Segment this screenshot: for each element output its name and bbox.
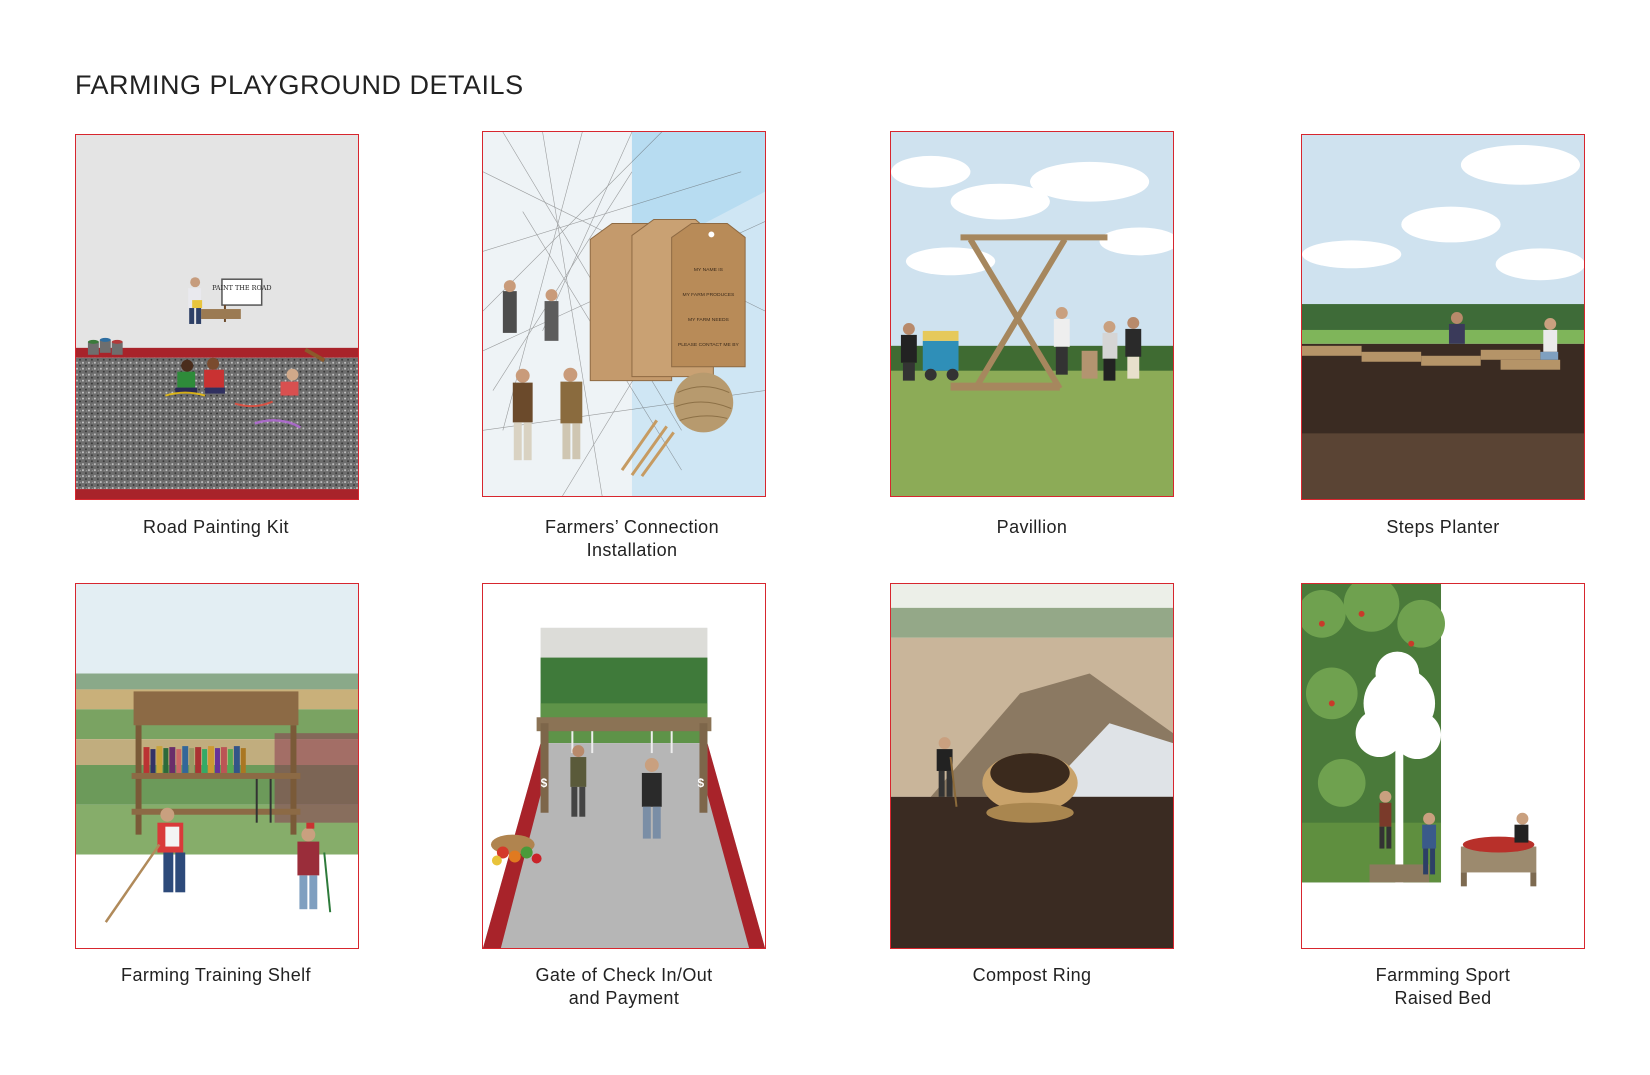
panel-road-painting-kit: PAINT THE ROAD [75,134,359,500]
steps-planter-illustration [1302,135,1584,499]
tag-line-produces: MY FARM PRODUCES [682,292,735,298]
gate-illustration: $ $ [483,584,765,948]
caption-farmers-connection: Farmers’ Connection Installation [545,517,719,560]
panel-farmers-connection: MY NAME IS MY FARM PRODUCES MY FARM NEED… [482,131,766,497]
tag-line-contact: PLEASE CONTACT ME BY [678,342,740,348]
panel-compost-ring [890,583,1174,949]
caption-raised-bed: Farmming Sport Raised Bed [1375,965,1511,1008]
caption-training-shelf: Farming Training Shelf [121,965,311,985]
panel-raised-bed [1301,583,1585,949]
caption-pavillion: Pavillion [996,517,1068,537]
compost-ring [982,753,1078,823]
panel-gate-check-in: $ $ [482,583,766,949]
gate-sign-right: $ [697,776,704,790]
training-shelf-illustration [76,584,358,948]
raised-bed-illustration [1302,584,1584,948]
sign-text: PAINT THE ROAD [212,284,271,292]
paint-buckets [87,337,123,355]
kraft-tags: MY NAME IS MY FARM PRODUCES MY FARM NEED… [589,219,746,382]
twine-ball [673,372,734,433]
tag-line-needs: MY FARM NEEDS [688,317,730,323]
compost-ring-illustration [891,584,1173,948]
panel-training-shelf [75,583,359,949]
caption-gate-check-in: Gate of Check In/Out and Payment [535,965,713,1008]
tag-line-name: MY NAME IS [694,267,724,273]
pavillion-illustration [891,132,1173,496]
caption-road-painting-kit: Road Painting Kit [143,517,289,537]
gate-sign-left: $ [541,776,548,790]
connection-illustration: MY NAME IS MY FARM PRODUCES MY FARM NEED… [483,132,765,496]
caption-compost-ring: Compost Ring [972,965,1092,985]
caption-steps-planter: Steps Planter [1386,517,1500,537]
page-title: FARMING PLAYGROUND DETAILS [75,70,524,100]
road-painting-illustration: PAINT THE ROAD [76,135,358,499]
panel-steps-planter [1301,134,1585,500]
panel-pavillion [890,131,1174,497]
